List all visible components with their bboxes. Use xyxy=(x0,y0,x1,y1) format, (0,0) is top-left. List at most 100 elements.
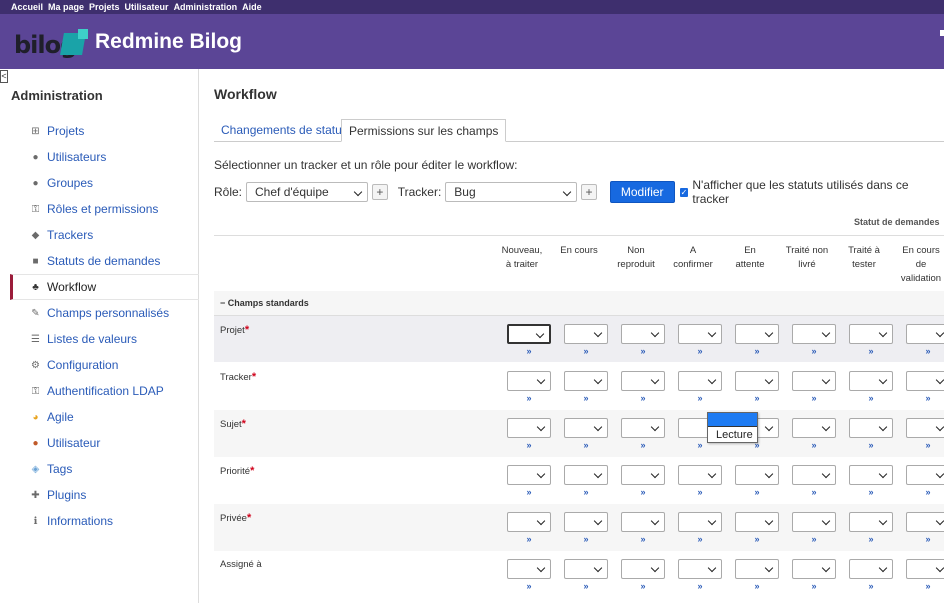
permission-select[interactable] xyxy=(792,512,836,532)
permission-select[interactable] xyxy=(678,465,722,485)
permission-select[interactable] xyxy=(621,371,665,391)
copy-right-link[interactable]: » xyxy=(581,346,591,356)
site-title[interactable]: Redmine Bilog xyxy=(95,30,242,54)
permission-select[interactable] xyxy=(792,418,836,438)
permission-select[interactable] xyxy=(792,371,836,391)
permission-select[interactable] xyxy=(507,324,551,344)
top-menu-utilisateur[interactable]: Utilisateur xyxy=(125,2,169,12)
copy-right-link[interactable]: » xyxy=(809,440,819,450)
copy-right-link[interactable]: » xyxy=(809,487,819,497)
permission-select[interactable] xyxy=(507,418,551,438)
add-tracker-button[interactable]: + xyxy=(581,184,597,200)
copy-right-link[interactable]: » xyxy=(809,393,819,403)
permission-select[interactable] xyxy=(735,465,779,485)
top-menu-accueil[interactable]: Accueil xyxy=(11,2,43,12)
copy-right-link[interactable]: » xyxy=(866,440,876,450)
permission-select[interactable] xyxy=(906,371,944,391)
copy-right-link[interactable]: » xyxy=(524,346,534,356)
sidebar-item-utilisateur[interactable]: ● Utilisateur xyxy=(10,430,199,456)
copy-right-link[interactable]: » xyxy=(752,534,762,544)
permission-select[interactable] xyxy=(678,512,722,532)
bilog-logo[interactable]: bilog xyxy=(14,29,90,61)
language-flag-icon[interactable] xyxy=(940,30,944,36)
top-menu-administration[interactable]: Administration xyxy=(174,2,238,12)
permission-select[interactable] xyxy=(849,324,893,344)
top-menu-projets[interactable]: Projets xyxy=(89,2,120,12)
copy-right-link[interactable]: » xyxy=(809,581,819,591)
sidebar-item-projets[interactable]: ⊞ Projets xyxy=(10,118,199,144)
permission-select[interactable] xyxy=(507,559,551,579)
sidebar-item-trackers[interactable]: ◆ Trackers xyxy=(10,222,199,248)
copy-right-link[interactable]: » xyxy=(866,487,876,497)
sidebar-item-r-les-et-permissions[interactable]: ⚿ Rôles et permissions xyxy=(10,196,199,222)
copy-right-link[interactable]: » xyxy=(581,534,591,544)
copy-right-link[interactable]: » xyxy=(923,487,933,497)
copy-right-link[interactable]: » xyxy=(695,346,705,356)
permission-select[interactable] xyxy=(678,324,722,344)
copy-right-link[interactable]: » xyxy=(695,393,705,403)
role-select[interactable]: Chef d'équipe xyxy=(246,182,368,202)
sidebar-item-statuts-de-demandes[interactable]: ■ Statuts de demandes xyxy=(10,248,199,274)
sidebar-item-informations[interactable]: ℹ Informations xyxy=(10,508,199,534)
copy-right-link[interactable]: » xyxy=(581,393,591,403)
tab-changements-de-statut[interactable]: Changements de statut xyxy=(214,119,352,142)
permission-select[interactable] xyxy=(621,559,665,579)
permission-select[interactable] xyxy=(621,418,665,438)
copy-right-link[interactable]: » xyxy=(752,346,762,356)
top-menu-aide[interactable]: Aide xyxy=(242,2,262,12)
copy-right-link[interactable]: » xyxy=(638,440,648,450)
permission-select[interactable] xyxy=(906,465,944,485)
copy-right-link[interactable]: » xyxy=(695,581,705,591)
copy-right-link[interactable]: » xyxy=(524,487,534,497)
permission-select[interactable] xyxy=(849,465,893,485)
sidebar-item-groupes[interactable]: ● Groupes xyxy=(10,170,199,196)
permission-select[interactable] xyxy=(564,324,608,344)
copy-right-link[interactable]: » xyxy=(923,581,933,591)
used-statuses-label[interactable]: N'afficher que les statuts utilisés dans… xyxy=(692,178,944,206)
modifier-button[interactable]: Modifier xyxy=(609,181,675,203)
permission-select[interactable] xyxy=(849,418,893,438)
permission-select[interactable] xyxy=(849,559,893,579)
permission-select[interactable] xyxy=(621,465,665,485)
copy-right-link[interactable]: » xyxy=(581,581,591,591)
sidebar-item-plugins[interactable]: ✚ Plugins xyxy=(10,482,199,508)
dropdown-option-empty[interactable] xyxy=(708,413,757,426)
sidebar-item-champs-personnalis-s[interactable]: ✎ Champs personnalisés xyxy=(10,300,199,326)
copy-right-link[interactable]: » xyxy=(524,440,534,450)
permission-select[interactable] xyxy=(507,371,551,391)
copy-right-link[interactable]: » xyxy=(638,346,648,356)
copy-right-link[interactable]: » xyxy=(923,440,933,450)
sidebar-item-configuration[interactable]: ⚙ Configuration xyxy=(10,352,199,378)
tracker-select[interactable]: Bug xyxy=(445,182,578,202)
permission-select[interactable] xyxy=(564,371,608,391)
copy-right-link[interactable]: » xyxy=(923,393,933,403)
copy-right-link[interactable]: » xyxy=(695,534,705,544)
copy-right-link[interactable]: » xyxy=(752,581,762,591)
copy-right-link[interactable]: » xyxy=(524,534,534,544)
sidebar-item-agile[interactable]: ◕ Agile xyxy=(10,404,199,430)
copy-right-link[interactable]: » xyxy=(866,393,876,403)
dropdown-option-lecture[interactable]: Lecture xyxy=(708,426,757,442)
copy-right-link[interactable]: » xyxy=(809,534,819,544)
sidebar-item-authentification-ldap[interactable]: ⚿ Authentification LDAP xyxy=(10,378,199,404)
permission-select[interactable] xyxy=(792,559,836,579)
sidebar-item-tags[interactable]: ◈ Tags xyxy=(10,456,199,482)
permission-select[interactable] xyxy=(792,465,836,485)
permission-select[interactable] xyxy=(621,324,665,344)
permission-select[interactable] xyxy=(735,371,779,391)
permission-select[interactable] xyxy=(507,512,551,532)
copy-right-link[interactable]: » xyxy=(524,393,534,403)
used-statuses-checkbox[interactable]: ✓ xyxy=(679,187,689,197)
copy-right-link[interactable]: » xyxy=(752,487,762,497)
copy-right-link[interactable]: » xyxy=(695,440,705,450)
copy-right-link[interactable]: » xyxy=(581,487,591,497)
permission-select[interactable] xyxy=(735,559,779,579)
copy-right-link[interactable]: » xyxy=(638,393,648,403)
permission-select[interactable] xyxy=(735,512,779,532)
copy-right-link[interactable]: » xyxy=(695,487,705,497)
copy-right-link[interactable]: » xyxy=(524,581,534,591)
permission-select[interactable] xyxy=(906,559,944,579)
copy-right-link[interactable]: » xyxy=(638,534,648,544)
copy-right-link[interactable]: » xyxy=(809,346,819,356)
permission-select[interactable] xyxy=(564,418,608,438)
